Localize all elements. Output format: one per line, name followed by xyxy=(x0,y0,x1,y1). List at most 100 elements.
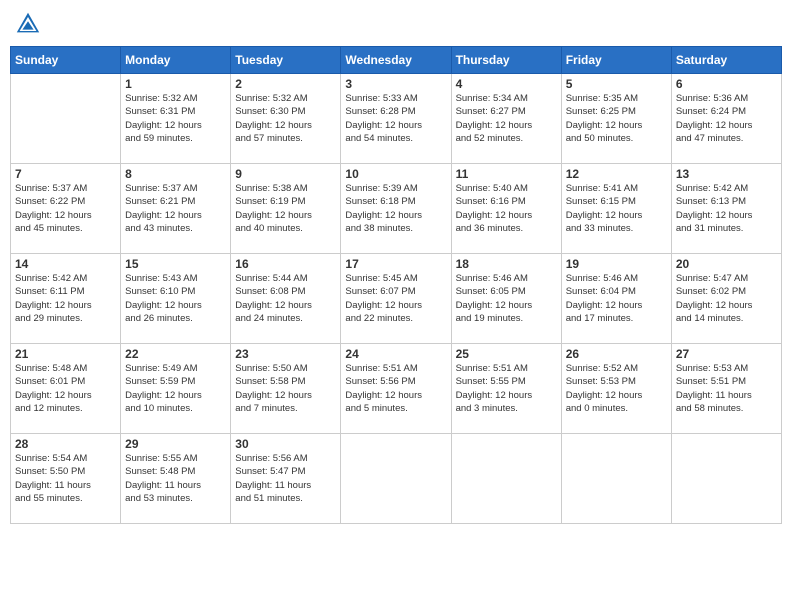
day-number: 2 xyxy=(235,77,336,91)
calendar-cell xyxy=(671,434,781,524)
day-number: 12 xyxy=(566,167,667,181)
weekday-header: Wednesday xyxy=(341,47,451,74)
day-info: Sunrise: 5:43 AM Sunset: 6:10 PM Dayligh… xyxy=(125,272,226,325)
calendar-cell xyxy=(341,434,451,524)
day-number: 13 xyxy=(676,167,777,181)
page-header xyxy=(10,10,782,38)
day-number: 16 xyxy=(235,257,336,271)
weekday-header: Friday xyxy=(561,47,671,74)
day-number: 21 xyxy=(15,347,116,361)
day-number: 25 xyxy=(456,347,557,361)
day-info: Sunrise: 5:42 AM Sunset: 6:11 PM Dayligh… xyxy=(15,272,116,325)
day-number: 28 xyxy=(15,437,116,451)
calendar-table: SundayMondayTuesdayWednesdayThursdayFrid… xyxy=(10,46,782,524)
calendar-cell: 8Sunrise: 5:37 AM Sunset: 6:21 PM Daylig… xyxy=(121,164,231,254)
day-info: Sunrise: 5:39 AM Sunset: 6:18 PM Dayligh… xyxy=(345,182,446,235)
day-number: 7 xyxy=(15,167,116,181)
day-number: 24 xyxy=(345,347,446,361)
day-info: Sunrise: 5:34 AM Sunset: 6:27 PM Dayligh… xyxy=(456,92,557,145)
day-info: Sunrise: 5:46 AM Sunset: 6:05 PM Dayligh… xyxy=(456,272,557,325)
calendar-cell: 5Sunrise: 5:35 AM Sunset: 6:25 PM Daylig… xyxy=(561,74,671,164)
day-number: 27 xyxy=(676,347,777,361)
calendar-cell: 20Sunrise: 5:47 AM Sunset: 6:02 PM Dayli… xyxy=(671,254,781,344)
day-info: Sunrise: 5:47 AM Sunset: 6:02 PM Dayligh… xyxy=(676,272,777,325)
day-info: Sunrise: 5:44 AM Sunset: 6:08 PM Dayligh… xyxy=(235,272,336,325)
logo-icon xyxy=(14,10,42,38)
day-number: 3 xyxy=(345,77,446,91)
calendar-cell: 9Sunrise: 5:38 AM Sunset: 6:19 PM Daylig… xyxy=(231,164,341,254)
day-number: 29 xyxy=(125,437,226,451)
day-info: Sunrise: 5:52 AM Sunset: 5:53 PM Dayligh… xyxy=(566,362,667,415)
calendar-week-row: 21Sunrise: 5:48 AM Sunset: 6:01 PM Dayli… xyxy=(11,344,782,434)
day-info: Sunrise: 5:37 AM Sunset: 6:21 PM Dayligh… xyxy=(125,182,226,235)
day-number: 10 xyxy=(345,167,446,181)
day-number: 14 xyxy=(15,257,116,271)
weekday-header: Sunday xyxy=(11,47,121,74)
day-info: Sunrise: 5:55 AM Sunset: 5:48 PM Dayligh… xyxy=(125,452,226,505)
calendar-cell: 22Sunrise: 5:49 AM Sunset: 5:59 PM Dayli… xyxy=(121,344,231,434)
calendar-cell xyxy=(561,434,671,524)
calendar-cell: 7Sunrise: 5:37 AM Sunset: 6:22 PM Daylig… xyxy=(11,164,121,254)
calendar-week-row: 28Sunrise: 5:54 AM Sunset: 5:50 PM Dayli… xyxy=(11,434,782,524)
day-info: Sunrise: 5:50 AM Sunset: 5:58 PM Dayligh… xyxy=(235,362,336,415)
calendar-cell: 14Sunrise: 5:42 AM Sunset: 6:11 PM Dayli… xyxy=(11,254,121,344)
day-number: 15 xyxy=(125,257,226,271)
calendar-cell: 21Sunrise: 5:48 AM Sunset: 6:01 PM Dayli… xyxy=(11,344,121,434)
day-info: Sunrise: 5:36 AM Sunset: 6:24 PM Dayligh… xyxy=(676,92,777,145)
day-info: Sunrise: 5:53 AM Sunset: 5:51 PM Dayligh… xyxy=(676,362,777,415)
calendar-cell: 24Sunrise: 5:51 AM Sunset: 5:56 PM Dayli… xyxy=(341,344,451,434)
calendar-cell: 26Sunrise: 5:52 AM Sunset: 5:53 PM Dayli… xyxy=(561,344,671,434)
day-info: Sunrise: 5:40 AM Sunset: 6:16 PM Dayligh… xyxy=(456,182,557,235)
calendar-cell: 2Sunrise: 5:32 AM Sunset: 6:30 PM Daylig… xyxy=(231,74,341,164)
weekday-header: Saturday xyxy=(671,47,781,74)
day-number: 17 xyxy=(345,257,446,271)
day-info: Sunrise: 5:48 AM Sunset: 6:01 PM Dayligh… xyxy=(15,362,116,415)
calendar-cell: 18Sunrise: 5:46 AM Sunset: 6:05 PM Dayli… xyxy=(451,254,561,344)
calendar-cell: 11Sunrise: 5:40 AM Sunset: 6:16 PM Dayli… xyxy=(451,164,561,254)
day-number: 26 xyxy=(566,347,667,361)
day-number: 20 xyxy=(676,257,777,271)
calendar-cell xyxy=(11,74,121,164)
calendar-cell: 6Sunrise: 5:36 AM Sunset: 6:24 PM Daylig… xyxy=(671,74,781,164)
day-info: Sunrise: 5:33 AM Sunset: 6:28 PM Dayligh… xyxy=(345,92,446,145)
calendar-cell: 17Sunrise: 5:45 AM Sunset: 6:07 PM Dayli… xyxy=(341,254,451,344)
day-number: 23 xyxy=(235,347,336,361)
day-info: Sunrise: 5:38 AM Sunset: 6:19 PM Dayligh… xyxy=(235,182,336,235)
day-number: 8 xyxy=(125,167,226,181)
calendar-week-row: 7Sunrise: 5:37 AM Sunset: 6:22 PM Daylig… xyxy=(11,164,782,254)
day-number: 11 xyxy=(456,167,557,181)
calendar-cell: 23Sunrise: 5:50 AM Sunset: 5:58 PM Dayli… xyxy=(231,344,341,434)
day-number: 19 xyxy=(566,257,667,271)
day-number: 30 xyxy=(235,437,336,451)
calendar-cell: 3Sunrise: 5:33 AM Sunset: 6:28 PM Daylig… xyxy=(341,74,451,164)
day-info: Sunrise: 5:51 AM Sunset: 5:56 PM Dayligh… xyxy=(345,362,446,415)
calendar-week-row: 1Sunrise: 5:32 AM Sunset: 6:31 PM Daylig… xyxy=(11,74,782,164)
day-info: Sunrise: 5:54 AM Sunset: 5:50 PM Dayligh… xyxy=(15,452,116,505)
day-info: Sunrise: 5:37 AM Sunset: 6:22 PM Dayligh… xyxy=(15,182,116,235)
calendar-week-row: 14Sunrise: 5:42 AM Sunset: 6:11 PM Dayli… xyxy=(11,254,782,344)
day-number: 1 xyxy=(125,77,226,91)
calendar-cell xyxy=(451,434,561,524)
calendar-cell: 25Sunrise: 5:51 AM Sunset: 5:55 PM Dayli… xyxy=(451,344,561,434)
day-info: Sunrise: 5:41 AM Sunset: 6:15 PM Dayligh… xyxy=(566,182,667,235)
calendar-cell: 28Sunrise: 5:54 AM Sunset: 5:50 PM Dayli… xyxy=(11,434,121,524)
calendar-cell: 30Sunrise: 5:56 AM Sunset: 5:47 PM Dayli… xyxy=(231,434,341,524)
day-number: 9 xyxy=(235,167,336,181)
calendar-cell: 13Sunrise: 5:42 AM Sunset: 6:13 PM Dayli… xyxy=(671,164,781,254)
day-number: 6 xyxy=(676,77,777,91)
day-number: 5 xyxy=(566,77,667,91)
calendar-cell: 19Sunrise: 5:46 AM Sunset: 6:04 PM Dayli… xyxy=(561,254,671,344)
day-number: 4 xyxy=(456,77,557,91)
calendar-cell: 10Sunrise: 5:39 AM Sunset: 6:18 PM Dayli… xyxy=(341,164,451,254)
day-number: 18 xyxy=(456,257,557,271)
weekday-header-row: SundayMondayTuesdayWednesdayThursdayFrid… xyxy=(11,47,782,74)
weekday-header: Thursday xyxy=(451,47,561,74)
day-info: Sunrise: 5:45 AM Sunset: 6:07 PM Dayligh… xyxy=(345,272,446,325)
day-info: Sunrise: 5:35 AM Sunset: 6:25 PM Dayligh… xyxy=(566,92,667,145)
day-info: Sunrise: 5:42 AM Sunset: 6:13 PM Dayligh… xyxy=(676,182,777,235)
day-info: Sunrise: 5:51 AM Sunset: 5:55 PM Dayligh… xyxy=(456,362,557,415)
calendar-cell: 16Sunrise: 5:44 AM Sunset: 6:08 PM Dayli… xyxy=(231,254,341,344)
calendar-cell: 12Sunrise: 5:41 AM Sunset: 6:15 PM Dayli… xyxy=(561,164,671,254)
weekday-header: Monday xyxy=(121,47,231,74)
calendar-cell: 15Sunrise: 5:43 AM Sunset: 6:10 PM Dayli… xyxy=(121,254,231,344)
